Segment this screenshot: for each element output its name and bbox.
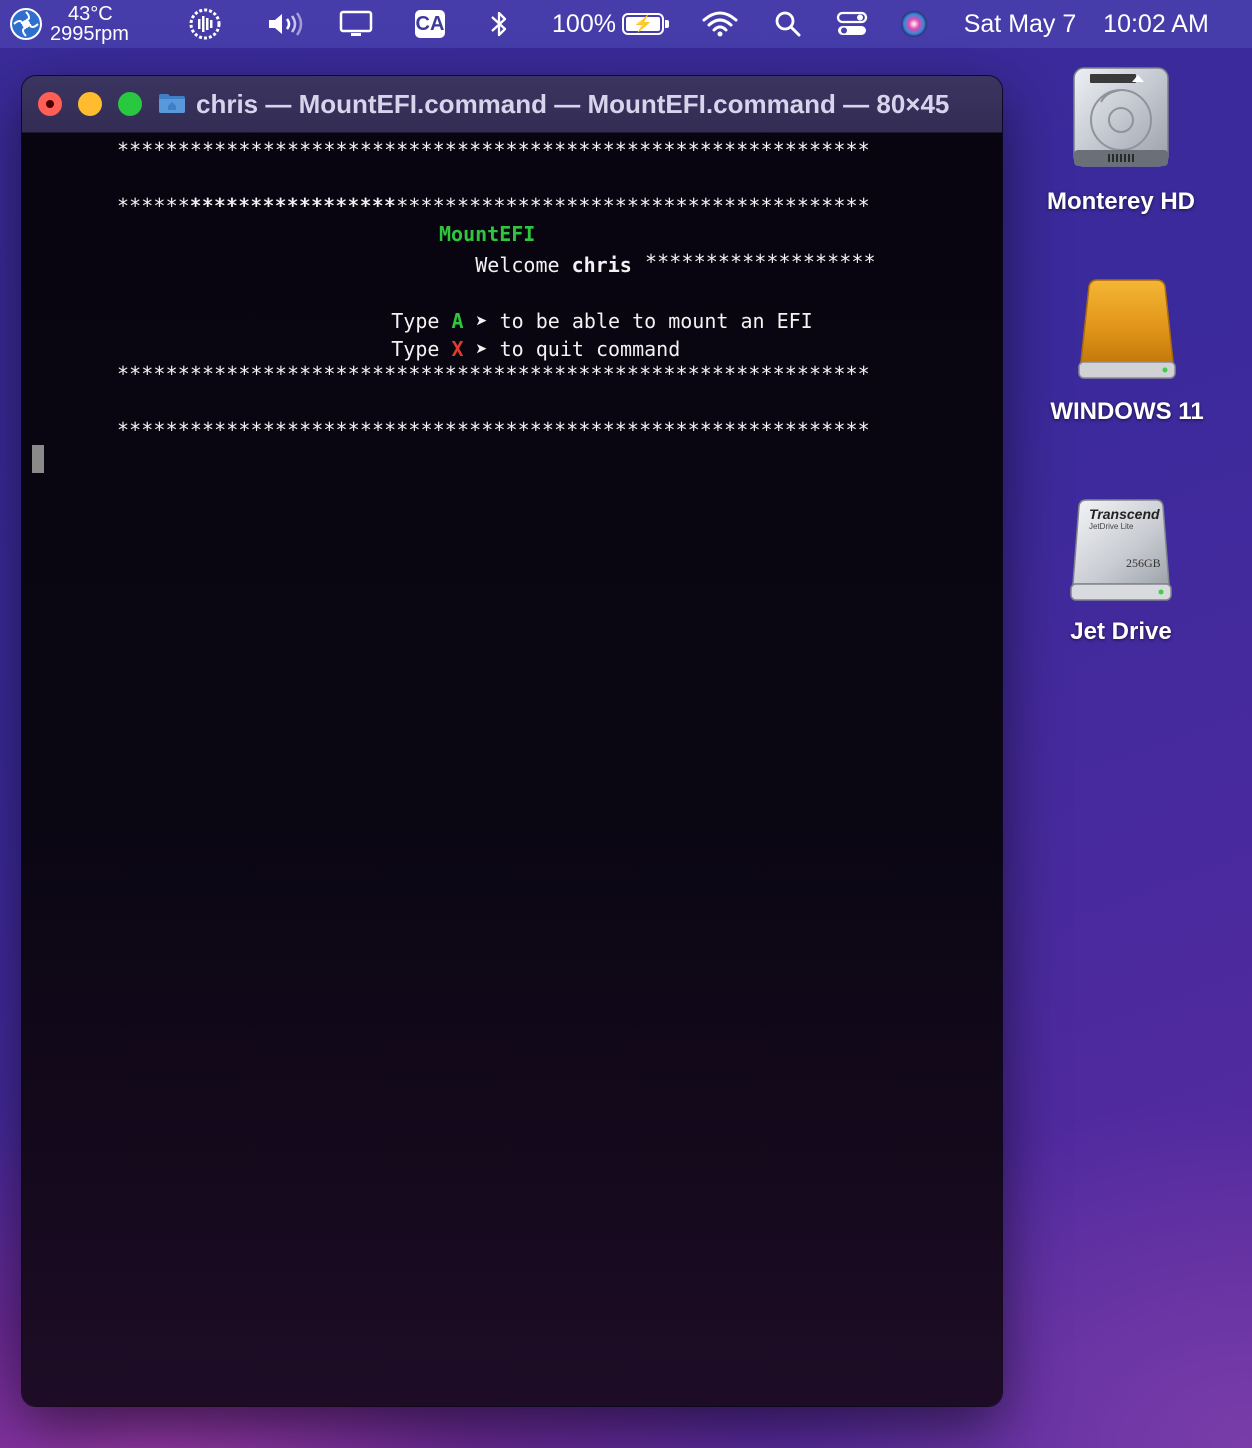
welcome-word: Welcome — [475, 253, 560, 277]
fan-control-icon[interactable] — [8, 0, 44, 48]
external-drive-icon — [1078, 279, 1176, 379]
option-x-text: ➤ to quit command — [475, 337, 681, 361]
volume-icon[interactable] — [264, 0, 306, 48]
menu-bar: 43°C 2995rpm CA 100% ⚡ Sat May 7 10:02 A… — [0, 0, 1252, 48]
separator-right: ******************* — [645, 250, 876, 274]
control-center-icon[interactable] — [834, 0, 870, 48]
separator-line: ****************************************… — [117, 194, 870, 218]
close-dot-icon — [46, 100, 54, 108]
drive-model: JetDrive Lite — [1089, 522, 1134, 531]
temperature-value: 43°C — [68, 3, 113, 25]
drive-capacity: 256GB — [1126, 556, 1161, 570]
separator-line: ****************************************… — [117, 362, 870, 386]
zoom-button[interactable] — [118, 92, 142, 116]
input-source-icon[interactable]: CA — [414, 0, 446, 48]
fan-rpm-value: 2995rpm — [50, 23, 129, 45]
header-line: ***************** MountEFI *************… — [117, 164, 877, 274]
menu-time[interactable]: 10:02 AM — [1094, 0, 1218, 48]
close-button[interactable] — [38, 92, 62, 116]
minimize-button[interactable] — [78, 92, 102, 116]
charging-bolt-icon: ⚡ — [633, 16, 653, 33]
text-cursor — [32, 445, 44, 473]
siri-icon[interactable] — [898, 0, 930, 48]
terminal-window[interactable]: chris — MountEFI.command — MountEFI.comm… — [22, 76, 1002, 1406]
display-icon[interactable] — [338, 0, 374, 48]
desktop-icon-label: Jet Drive — [1070, 618, 1172, 645]
option-a-line: Type A ➤ to be able to mount an EFI — [319, 279, 812, 333]
bluetooth-icon[interactable] — [484, 0, 514, 48]
desktop-icon-windows-11[interactable]: WINDOWS 11 — [1027, 278, 1227, 438]
username: chris — [571, 253, 632, 277]
temperature-readout[interactable]: 43°C 2995rpm — [50, 0, 140, 48]
terminal-content[interactable]: ****************************************… — [22, 132, 1002, 1406]
desktop-icon-label: Monterey HD — [1046, 188, 1196, 215]
separator-line: ****************************************… — [117, 418, 870, 442]
desktop-icon-monterey-hd[interactable]: Monterey HD — [1021, 64, 1221, 234]
separator-line: ****************************************… — [117, 138, 870, 162]
input-source-label: CA — [415, 10, 445, 38]
audio-meter-icon[interactable] — [186, 0, 224, 48]
battery-status[interactable]: 100% ⚡ — [546, 0, 670, 48]
type-word: Type — [391, 337, 440, 361]
window-title: chris — MountEFI.command — MountEFI.comm… — [196, 89, 950, 119]
option-x-line: Type X ➤ to quit command — [319, 307, 680, 361]
desktop-icon-jet-drive[interactable]: Transcend JetDrive Lite 256GB Jet Drive — [1021, 498, 1221, 658]
hard-drive-icon — [1073, 67, 1169, 167]
drive-brand: Transcend — [1089, 506, 1160, 522]
menu-date[interactable]: Sat May 7 — [958, 0, 1082, 48]
option-x-key: X — [451, 337, 464, 361]
search-icon[interactable] — [772, 0, 804, 48]
battery-percent: 100% — [552, 9, 616, 38]
window-titlebar[interactable]: chris — MountEFI.command — MountEFI.comm… — [22, 76, 1002, 133]
battery-icon: ⚡ — [621, 13, 669, 35]
folder-icon — [159, 94, 185, 113]
welcome-line: Welcome chris — [403, 223, 632, 277]
wifi-icon[interactable] — [700, 0, 740, 48]
desktop-icon-label: WINDOWS 11 — [1050, 398, 1204, 425]
